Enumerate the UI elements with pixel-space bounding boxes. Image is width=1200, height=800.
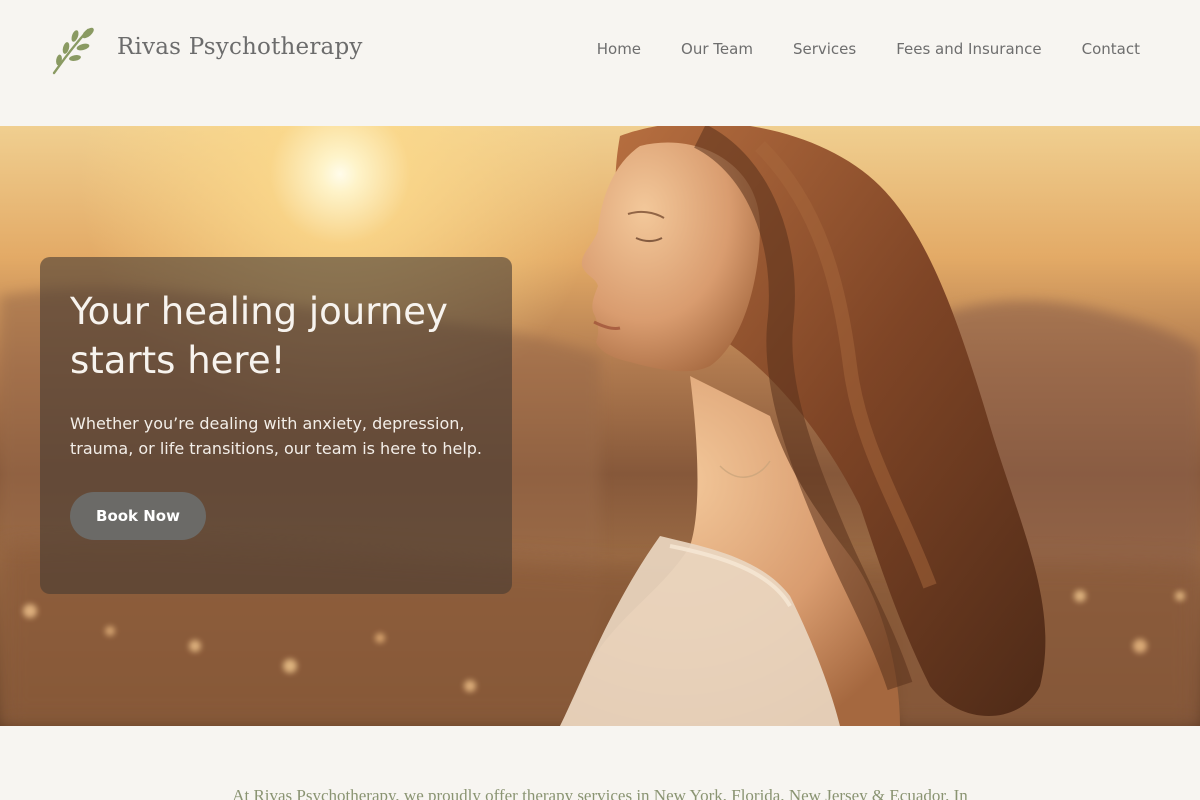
site-header: Rivas Psychotherapy Home Our Team Servic… (0, 0, 1200, 126)
hero-title: Your healing journey starts here! (70, 290, 448, 382)
brand-name[interactable]: Rivas Psychotherapy (117, 34, 363, 60)
hero-card: Your healing journey starts here! Whethe… (40, 257, 512, 594)
nav-item-home[interactable]: Home (597, 40, 641, 58)
book-now-button[interactable]: Book Now (70, 492, 206, 540)
nav-item-contact[interactable]: Contact (1082, 40, 1140, 58)
main-nav: Home Our Team Services Fees and Insuranc… (597, 40, 1140, 58)
hero-subtitle: Whether you’re dealing with anxiety, dep… (70, 414, 483, 458)
nav-item-services[interactable]: Services (793, 40, 856, 58)
hero-section: Your healing journey starts here! Whethe… (0, 126, 1200, 726)
nav-item-our-team[interactable]: Our Team (681, 40, 753, 58)
intro-text: At Rivas Psychotherapy, we proudly offer… (232, 786, 968, 800)
olive-branch-icon[interactable] (48, 24, 98, 76)
nav-item-fees-and-insurance[interactable]: Fees and Insurance (896, 40, 1041, 58)
